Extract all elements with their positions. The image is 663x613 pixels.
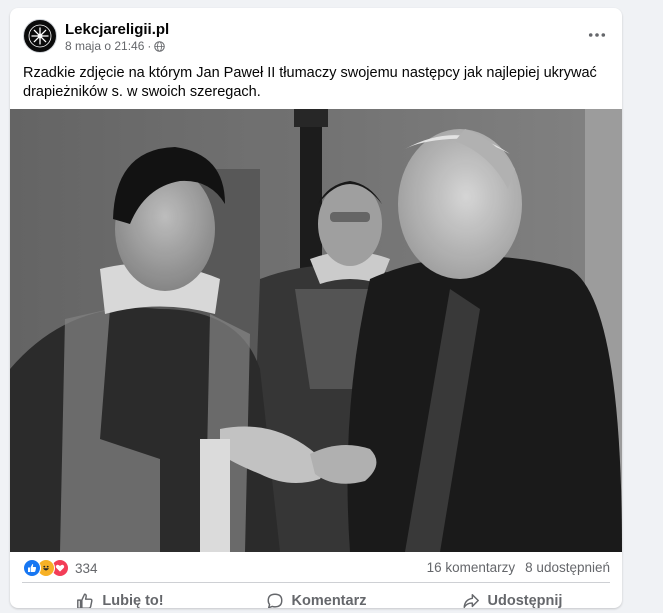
meta-separator: ·: [147, 39, 152, 53]
shares-count-link[interactable]: 8 udostępnień: [525, 560, 610, 575]
more-options-icon: [588, 33, 606, 37]
post-timestamp[interactable]: 8 maja o 21:46: [65, 39, 144, 53]
post-actions: Lubię to! Komentarz Udostępnij: [22, 584, 610, 608]
like-button-label: Lubię to!: [102, 593, 164, 608]
photo-image: [10, 109, 622, 552]
post-photo[interactable]: [10, 109, 622, 552]
post-text: Rzadkie zdjęcie na którym Jan Paweł II t…: [23, 65, 597, 100]
post-card: Lekcjareligii.pl 8 maja o 21:46 · Rzadki…: [10, 8, 622, 608]
page-avatar[interactable]: [23, 19, 57, 53]
comment-button-label: Komentarz: [291, 593, 367, 608]
feed-page: Lekcjareligii.pl 8 maja o 21:46 · Rzadki…: [0, 0, 663, 613]
reactions-summary[interactable]: 334: [23, 559, 98, 577]
share-icon: [463, 593, 479, 608]
like-button[interactable]: Lubię to!: [22, 584, 218, 608]
reaction-count: 334: [75, 560, 98, 576]
share-button-label: Udostępnij: [487, 593, 563, 608]
comments-count-link[interactable]: 16 komentarzy: [427, 560, 516, 575]
actions-divider: [22, 582, 610, 583]
post-header: Lekcjareligii.pl 8 maja o 21:46 ·: [10, 8, 622, 60]
comment-icon: [267, 593, 283, 608]
post-meta: 8 maja o 21:46 ·: [65, 39, 166, 53]
like-reaction-icon: [23, 559, 41, 577]
engagement-counts: 16 komentarzy 8 udostępnień: [427, 560, 610, 575]
page-name-link[interactable]: Lekcjareligii.pl: [65, 21, 169, 38]
share-button[interactable]: Udostępnij: [414, 584, 610, 608]
thumbs-up-icon: [77, 593, 93, 608]
page-margin: [632, 0, 663, 613]
comment-button[interactable]: Komentarz: [218, 584, 414, 608]
globe-icon[interactable]: [154, 40, 166, 52]
more-options-button[interactable]: [584, 22, 610, 48]
post-stats: 334 16 komentarzy 8 udostępnień: [10, 552, 622, 582]
emblem-icon: [28, 24, 52, 48]
